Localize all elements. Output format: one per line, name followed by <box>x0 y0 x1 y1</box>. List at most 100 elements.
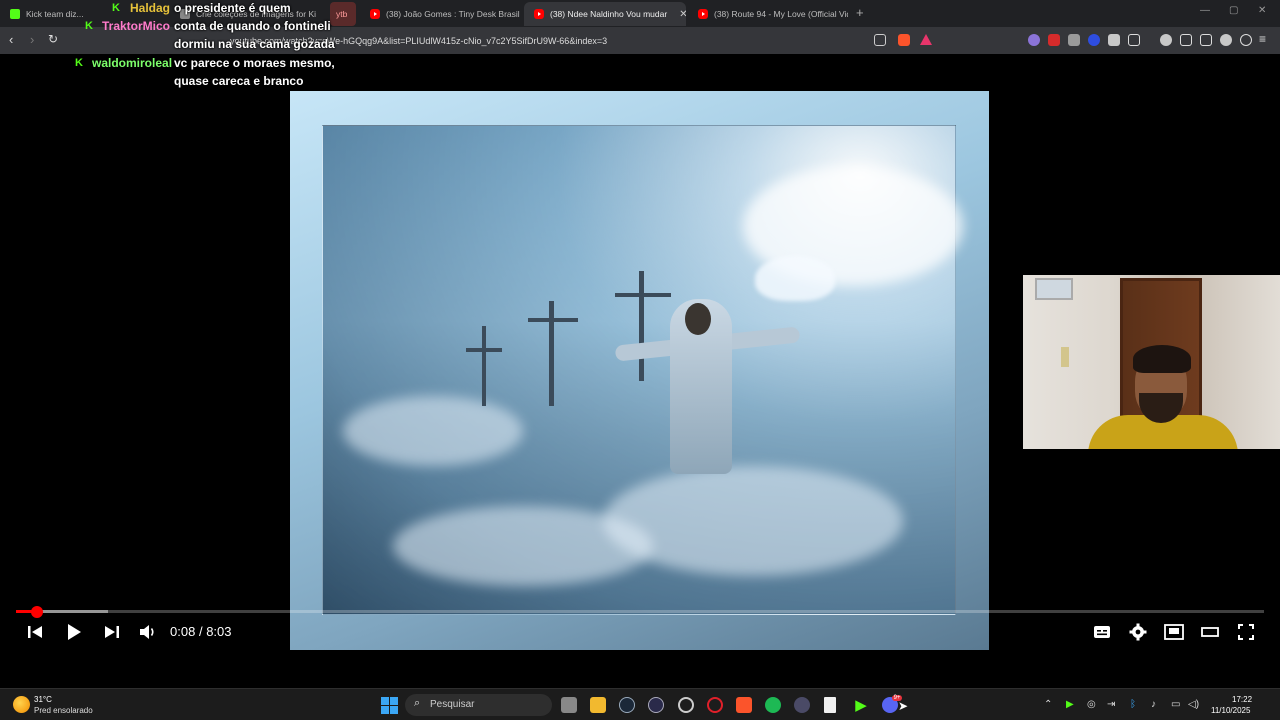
youtube-icon <box>698 9 708 19</box>
youtube-icon <box>534 9 544 19</box>
extension-icon[interactable] <box>1028 34 1040 46</box>
file-explorer-icon[interactable] <box>590 697 606 713</box>
new-tab-plus-icon[interactable]: + <box>856 5 864 20</box>
app-icon[interactable] <box>648 697 664 713</box>
tab-route-94[interactable]: (38) Route 94 - My Love (Official Vide <box>688 2 848 26</box>
theater-icon <box>1201 627 1219 637</box>
discord-icon[interactable]: 9+ <box>882 695 903 713</box>
weather-description[interactable]: Pred ensolarado <box>34 706 93 715</box>
reload-icon[interactable]: ↻ <box>48 32 58 46</box>
video-frame[interactable] <box>290 91 989 650</box>
cast-icon[interactable] <box>874 34 886 46</box>
play-icon <box>68 624 81 640</box>
miniplayer-button[interactable] <box>1163 621 1185 643</box>
chat-username[interactable]: TraktorMico <box>102 19 170 33</box>
sidebar-icon[interactable] <box>1180 34 1192 46</box>
brave-rewards-icon[interactable] <box>920 34 932 45</box>
miniplayer-icon <box>1164 624 1184 640</box>
close-icon[interactable]: ✕ <box>679 9 686 20</box>
vpn-shield-icon[interactable] <box>1240 34 1252 46</box>
subtitles-button[interactable] <box>1091 621 1113 643</box>
subtitles-icon <box>1094 626 1110 638</box>
chevron-up-icon[interactable]: ⌃ <box>1044 699 1052 710</box>
cross-shape <box>528 318 578 322</box>
next-button[interactable] <box>102 621 122 643</box>
network-icon[interactable]: ▭ <box>1171 699 1180 710</box>
play-button[interactable] <box>63 621 85 643</box>
task-view-icon[interactable] <box>561 697 577 713</box>
leo-ai-icon[interactable] <box>1220 34 1232 46</box>
cloud-shape <box>603 466 903 576</box>
tab-ndee-naldinho[interactable]: (38) Ndee Naldinho Vou mudar ✕ <box>524 2 686 26</box>
time-display: 0:08 / 8:03 <box>170 624 232 639</box>
minimize-icon[interactable]: — <box>1200 5 1210 16</box>
back-arrow-icon[interactable]: ‹ <box>9 32 13 47</box>
steam-icon[interactable] <box>619 697 635 713</box>
app-icon[interactable] <box>678 697 694 713</box>
maximize-icon[interactable]: ▢ <box>1229 5 1238 16</box>
chat-username[interactable]: waldomiroleal <box>92 56 172 70</box>
opera-icon[interactable] <box>707 697 723 713</box>
chat-message: quase careca e branco <box>174 74 304 88</box>
progress-bar[interactable] <box>16 610 1264 613</box>
cross-shape <box>549 301 554 406</box>
screenshot-icon[interactable] <box>1128 34 1140 46</box>
brave-icon[interactable] <box>736 697 752 713</box>
settings-button[interactable] <box>1127 621 1149 643</box>
tab-kick-team[interactable]: Kick team diz... <box>0 2 96 26</box>
weather-temperature[interactable]: 31°C <box>34 695 52 704</box>
forward-arrow-icon[interactable]: › <box>30 32 34 47</box>
mouse-cursor-icon: ➤ <box>898 699 909 713</box>
microphone-icon[interactable]: ♪ <box>1151 699 1156 710</box>
chat-username[interactable]: Haldag <box>130 1 170 15</box>
figure-head <box>685 303 711 335</box>
clock-time[interactable]: 17:22 <box>1232 695 1252 704</box>
menu-icon[interactable]: ≡ <box>1259 32 1266 46</box>
extension-icon[interactable] <box>1068 34 1080 46</box>
progress-scrubber-handle[interactable] <box>31 606 44 618</box>
tab-label: (38) Route 94 - My Love (Official Vide <box>714 9 848 19</box>
windows-taskbar: 31°C Pred ensolarado ⌕ Pesquisar ▶ 9+ ➤ … <box>0 688 1280 720</box>
kick-badge-icon: K <box>75 57 83 69</box>
volume-button[interactable] <box>137 621 159 643</box>
tray-app-icon[interactable]: ◎ <box>1087 699 1096 710</box>
wallet-icon[interactable] <box>1200 34 1212 46</box>
chat-message: conta de quando o fontineli <box>174 19 331 33</box>
tray-app-icon[interactable]: ⇥ <box>1107 699 1115 710</box>
kick-tray-icon[interactable]: ▶ <box>1066 699 1074 710</box>
weather-sun-icon[interactable] <box>13 696 30 713</box>
duration: 8:03 <box>206 624 232 639</box>
taskbar-search-box[interactable]: ⌕ Pesquisar <box>405 694 552 716</box>
theater-mode-button[interactable] <box>1199 621 1221 643</box>
windows-start-icon[interactable] <box>381 697 398 714</box>
previous-button[interactable] <box>25 621 45 643</box>
fullscreen-button[interactable] <box>1235 621 1257 643</box>
tab-group-ytb[interactable]: ytb <box>330 2 356 26</box>
url-field[interactable]: youtube.com/watch?v=sWe-hGQqg9A&list=PLI… <box>230 33 940 49</box>
speaker-icon[interactable]: ◁) <box>1188 699 1199 710</box>
skip-previous-icon <box>28 626 42 638</box>
app-icon[interactable] <box>794 697 810 713</box>
person-hair <box>1133 345 1191 373</box>
media-icon[interactable] <box>1160 34 1172 46</box>
extension-icon[interactable] <box>1048 34 1060 46</box>
current-time: 0:08 <box>170 624 196 639</box>
document-icon[interactable] <box>824 697 836 713</box>
kick-play-icon[interactable]: ▶ <box>853 697 869 714</box>
wall-picture <box>1035 278 1073 300</box>
time-separator: / <box>198 624 203 639</box>
brave-shield-icon[interactable] <box>898 34 910 46</box>
bluetooth-icon[interactable]: ᛒ <box>1130 699 1136 710</box>
cross-shape <box>466 348 502 352</box>
window-close-icon[interactable]: ✕ <box>1258 5 1266 16</box>
extension-icon[interactable] <box>1088 34 1100 46</box>
extensions-puzzle-icon[interactable] <box>1108 34 1120 46</box>
tab-joao-gomes[interactable]: (38) João Gomes : Tiny Desk Brasil - T <box>360 2 520 26</box>
tab-group-label: ytb <box>336 9 348 19</box>
dove-shape <box>755 256 835 301</box>
chat-message: vc parece o moraes mesmo, <box>174 56 335 70</box>
spotify-icon[interactable] <box>765 697 781 713</box>
cloud-shape <box>343 396 523 466</box>
chat-message: dormiu na sua cama gozada <box>174 37 335 51</box>
clock-date[interactable]: 11/10/2025 <box>1211 706 1250 715</box>
